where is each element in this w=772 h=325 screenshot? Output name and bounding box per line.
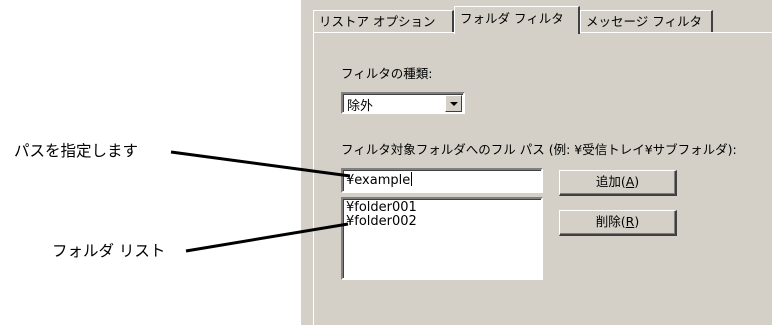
- text-caret: [411, 172, 413, 186]
- add-button-mnemonic: A: [625, 174, 635, 189]
- delete-button-text: 削除(: [595, 214, 626, 229]
- folder-path-label: フィルタ対象フォルダへのフル パス (例: ¥受信トレイ¥サブフォルダ):: [341, 142, 737, 157]
- tab-message-filter[interactable]: メッセージ フィルタ: [580, 10, 713, 32]
- annotation-list-note: フォルダ リスト: [52, 242, 166, 260]
- dropdown-button[interactable]: [445, 95, 462, 112]
- list-item[interactable]: ¥folder002: [346, 215, 417, 229]
- delete-button-close: ): [634, 214, 640, 229]
- delete-button[interactable]: 削除(R): [559, 210, 677, 236]
- filter-type-dropdown[interactable]: 除外: [341, 92, 465, 114]
- add-button-text: 追加(: [595, 174, 626, 189]
- restore-options-dialog: リストア オプション フォルダ フィルタ メッセージ フィルタ フィルタの種類:…: [301, 0, 772, 325]
- list-item[interactable]: ¥folder001: [346, 201, 417, 215]
- add-button-close: ): [634, 174, 640, 189]
- filter-type-label: フィルタの種類:: [341, 66, 433, 81]
- chevron-down-icon: [450, 102, 458, 106]
- screenshot-stage: パスを指定します フォルダ リスト リストア オプション フォルダ フィルタ メ…: [0, 0, 772, 325]
- add-button[interactable]: 追加(A): [559, 170, 677, 196]
- folder-path-value: ¥example: [346, 172, 413, 188]
- tab-restore-options[interactable]: リストア オプション: [313, 10, 454, 32]
- folder-list[interactable]: ¥folder001 ¥folder002: [341, 197, 543, 280]
- folder-path-input[interactable]: ¥example: [341, 168, 543, 193]
- filter-type-selected-value: 除外: [347, 99, 374, 114]
- annotation-path-note: パスを指定します: [14, 142, 139, 160]
- tab-folder-filter[interactable]: フォルダ フィルタ: [454, 6, 580, 34]
